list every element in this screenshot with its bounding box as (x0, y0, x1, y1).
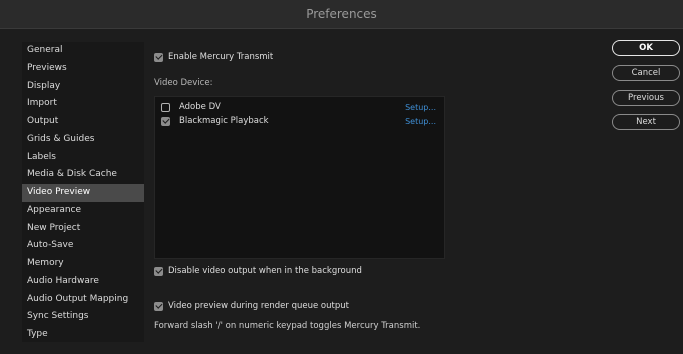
sidebar-item-auto-save[interactable]: Auto-Save (22, 237, 144, 255)
preferences-window: Preferences General Previews Display Imp… (0, 0, 683, 354)
enable-mercury-transmit-checkbox[interactable] (154, 52, 163, 62)
device-name: Adobe DV (179, 102, 221, 112)
device-row-adobe-dv: Adobe DV Setup... (161, 100, 436, 114)
blackmagic-playback-setup-link[interactable]: Setup... (405, 117, 436, 126)
sidebar-item-new-project[interactable]: New Project (22, 220, 144, 238)
mercury-transmit-hint: Forward slash '/' on numeric keypad togg… (154, 321, 421, 331)
blackmagic-playback-checkbox[interactable] (161, 116, 170, 126)
sidebar-item-video-preview[interactable]: Video Preview (22, 184, 144, 202)
render-queue-preview-checkbox[interactable] (154, 301, 163, 311)
previous-button[interactable]: Previous (612, 90, 680, 106)
sidebar-item-general[interactable]: General (22, 42, 144, 60)
sidebar-item-media-disk-cache[interactable]: Media & Disk Cache (22, 166, 144, 184)
sidebar-item-import[interactable]: Import (22, 95, 144, 113)
render-queue-preview-label: Video preview during render queue output (168, 301, 349, 311)
adobe-dv-setup-link[interactable]: Setup... (405, 103, 436, 112)
sidebar-item-grids-guides[interactable]: Grids & Guides (22, 131, 144, 149)
video-preview-panel: Enable Mercury Transmit Video Device: Ad… (144, 42, 602, 342)
device-row-blackmagic-playback: Blackmagic Playback Setup... (161, 114, 436, 128)
sidebar-item-audio-output-mapping[interactable]: Audio Output Mapping (22, 291, 144, 309)
disable-background-output-label: Disable video output when in the backgro… (168, 266, 362, 276)
next-button[interactable]: Next (612, 114, 680, 130)
sidebar-item-sync-settings[interactable]: Sync Settings (22, 308, 144, 326)
sidebar-item-display[interactable]: Display (22, 78, 144, 96)
disable-background-output-option[interactable]: Disable video output when in the backgro… (154, 266, 362, 276)
ok-button[interactable]: OK (612, 40, 680, 56)
device-name: Blackmagic Playback (179, 116, 269, 126)
sidebar-item-audio-hardware[interactable]: Audio Hardware (22, 273, 144, 291)
window-title: Preferences (0, 0, 683, 29)
video-device-list: Adobe DV Setup... Blackmagic Playback Se… (154, 96, 445, 259)
render-queue-preview-option[interactable]: Video preview during render queue output (154, 301, 349, 311)
disable-background-output-checkbox[interactable] (154, 266, 163, 276)
sidebar-item-appearance[interactable]: Appearance (22, 202, 144, 220)
sidebar-item-previews[interactable]: Previews (22, 60, 144, 78)
cancel-button[interactable]: Cancel (612, 65, 680, 81)
adobe-dv-checkbox[interactable] (161, 102, 170, 112)
sidebar-item-labels[interactable]: Labels (22, 149, 144, 167)
sidebar-item-type[interactable]: Type (22, 326, 144, 344)
sidebar-item-memory[interactable]: Memory (22, 255, 144, 273)
sidebar-item-output[interactable]: Output (22, 113, 144, 131)
video-device-label: Video Device: (154, 78, 213, 88)
enable-mercury-transmit-option[interactable]: Enable Mercury Transmit (154, 52, 273, 62)
enable-mercury-transmit-label: Enable Mercury Transmit (168, 52, 274, 62)
preferences-sidebar: General Previews Display Import Output G… (22, 42, 144, 342)
